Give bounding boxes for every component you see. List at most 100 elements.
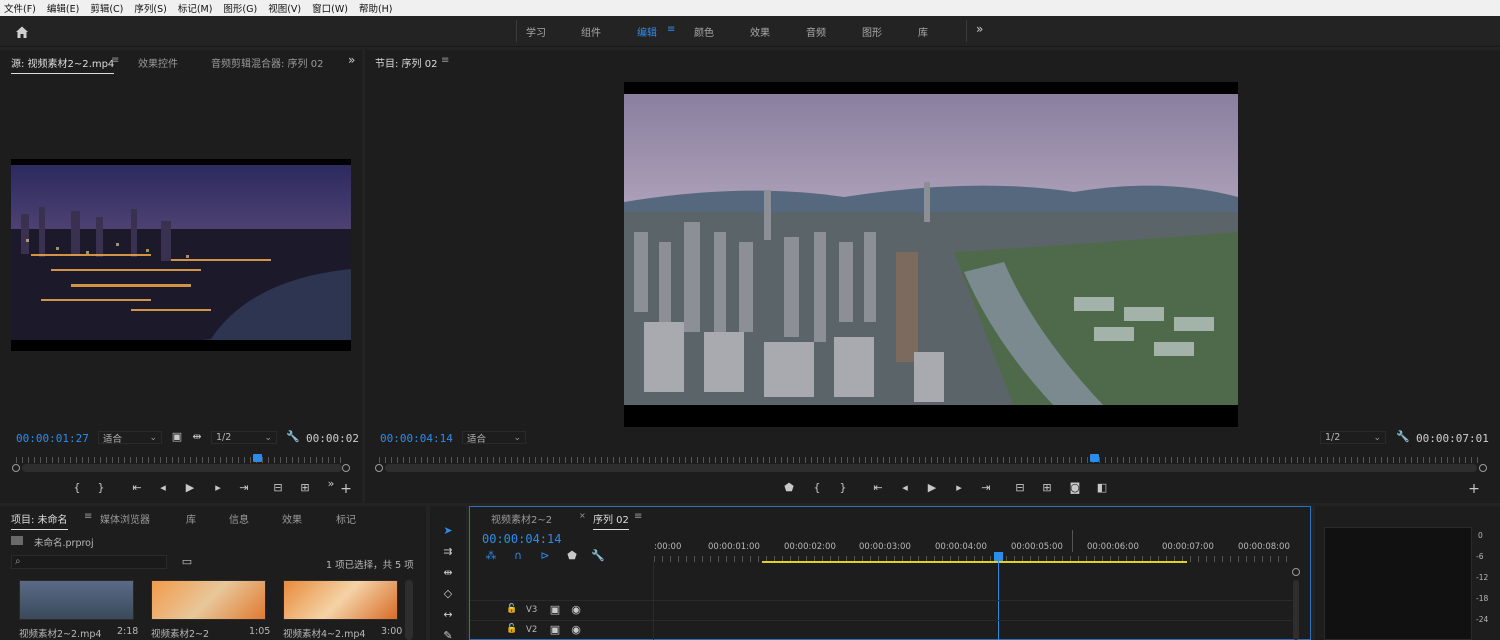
play-icon[interactable]: ▶ (183, 481, 197, 494)
ripple-edit-tool-icon[interactable]: ⇹ (441, 566, 455, 580)
zoom-handle-left[interactable] (375, 464, 383, 472)
go-to-out-icon[interactable]: ⇥ (979, 481, 993, 494)
razor-tool-icon[interactable]: ◇ (441, 587, 455, 601)
tab-source[interactable]: 源: 视频素材2~2.mp4 (11, 55, 115, 74)
panel-menu-icon[interactable]: ≡ (634, 511, 642, 522)
add-button-icon[interactable]: + (1467, 481, 1481, 497)
workspace-menu-icon[interactable]: ≡ (667, 24, 675, 35)
mark-in-icon[interactable]: { (70, 481, 84, 494)
more-buttons-icon[interactable]: » (324, 477, 338, 490)
tab-effect-controls[interactable]: 效果控件 (138, 55, 178, 70)
project-search-input[interactable]: ⌕ (11, 555, 167, 569)
project-item-thumbnail[interactable] (283, 580, 398, 620)
export-frame-icon[interactable]: ◙ (1068, 481, 1082, 494)
more-workspaces-icon[interactable]: » (976, 22, 983, 36)
comparison-view-icon[interactable]: ◧ (1095, 481, 1109, 494)
snap-icon[interactable]: ∩ (511, 549, 525, 562)
eye-icon[interactable]: ◉ (569, 603, 583, 616)
add-marker-icon[interactable]: ⬟ (782, 481, 796, 494)
project-item-name[interactable]: 视频素材2~2.mp4 (19, 626, 101, 640)
tab-libraries[interactable]: 库 (186, 511, 196, 526)
workspace-assembly[interactable]: 组件 (581, 24, 601, 39)
source-resolution-dropdown[interactable]: 1/2 (211, 431, 277, 444)
add-marker-icon[interactable]: ⬟ (565, 549, 579, 562)
insert-overwrite-icon[interactable]: ⇹ (190, 430, 204, 443)
timeline-vertical-scrollbar[interactable] (1293, 580, 1299, 640)
overwrite-icon[interactable]: ⊞ (298, 481, 312, 494)
wrench-icon[interactable]: 🔧 (1396, 430, 1410, 443)
tab-effects[interactable]: 效果 (282, 511, 302, 526)
project-item-name[interactable]: 视频素材2~2 (151, 626, 209, 640)
lock-icon[interactable]: 🔓 (505, 624, 519, 634)
play-icon[interactable]: ▶ (925, 481, 939, 494)
program-zoom-bar[interactable] (385, 464, 1477, 472)
add-button-icon[interactable]: + (339, 481, 353, 497)
source-current-timecode[interactable]: 00:00:01:27 (16, 432, 89, 445)
work-area-bar[interactable] (762, 561, 1187, 563)
tab-info[interactable]: 信息 (229, 511, 249, 526)
tab-markers[interactable]: 标记 (336, 511, 356, 526)
go-to-in-icon[interactable]: ⇤ (871, 481, 885, 494)
step-back-icon[interactable]: ◂ (898, 481, 912, 494)
extract-icon[interactable]: ⊞ (1040, 481, 1054, 494)
source-timeline-ruler[interactable] (16, 457, 346, 463)
program-fit-dropdown[interactable]: 适合 (462, 431, 526, 445)
nest-icon[interactable]: ⁂ (484, 549, 498, 562)
workspace-color[interactable]: 颜色 (694, 24, 714, 39)
source-playhead[interactable] (252, 454, 262, 462)
menu-window[interactable]: 窗口(W) (312, 1, 348, 15)
menu-clip[interactable]: 剪辑(C) (90, 1, 123, 15)
more-panels-icon[interactable]: » (348, 53, 355, 67)
mark-out-icon[interactable]: } (836, 481, 850, 494)
eye-icon[interactable]: ◉ (569, 623, 583, 636)
slip-tool-icon[interactable]: ↔ (441, 608, 455, 622)
workspace-learn[interactable]: 学习 (526, 24, 546, 39)
timeline-scroll-handle[interactable] (1292, 568, 1300, 576)
linked-selection-icon[interactable]: ⊳ (538, 549, 552, 562)
workspace-effects[interactable]: 效果 (750, 24, 770, 39)
sync-lock-icon[interactable]: ▣ (548, 603, 562, 616)
step-back-icon[interactable]: ◂ (156, 481, 170, 494)
workspace-graphics[interactable]: 图形 (862, 24, 882, 39)
step-forward-icon[interactable]: ▸ (952, 481, 966, 494)
pen-tool-icon[interactable]: ✎ (441, 629, 455, 640)
program-resolution-dropdown[interactable]: 1/2 (1320, 431, 1386, 444)
project-scrollbar[interactable] (405, 580, 413, 640)
settings-square-icon[interactable]: ▣ (170, 430, 184, 443)
timeline-current-timecode[interactable]: 00:00:04:14 (482, 532, 561, 546)
wrench-icon[interactable]: 🔧 (286, 430, 300, 443)
wrench-icon[interactable]: 🔧 (591, 549, 605, 562)
zoom-handle-right[interactable] (342, 464, 350, 472)
track-select-tool-icon[interactable]: ⇉ (441, 545, 455, 559)
panel-menu-icon[interactable]: ≡ (111, 55, 119, 66)
menu-view[interactable]: 视图(V) (268, 1, 301, 15)
project-item-thumbnail[interactable] (151, 580, 266, 620)
mark-out-icon[interactable]: } (94, 481, 108, 494)
zoom-handle-right[interactable] (1479, 464, 1487, 472)
program-timeline-ruler[interactable] (379, 457, 1479, 463)
close-tab-icon[interactable]: × (579, 511, 586, 520)
workspace-libraries[interactable]: 库 (918, 24, 928, 39)
step-forward-icon[interactable]: ▸ (211, 481, 225, 494)
tab-sequence-02[interactable]: 序列 02 (593, 511, 629, 530)
mark-in-icon[interactable]: { (810, 481, 824, 494)
go-to-in-icon[interactable]: ⇤ (130, 481, 144, 494)
menu-help[interactable]: 帮助(H) (359, 1, 393, 15)
source-zoom-bar[interactable] (22, 464, 342, 472)
lock-icon[interactable]: 🔓 (505, 604, 519, 614)
program-current-timecode[interactable]: 00:00:04:14 (380, 432, 453, 445)
program-playhead[interactable] (1090, 454, 1099, 462)
tab-sequence-1[interactable]: 视频素材2~2 (491, 511, 552, 526)
tab-project[interactable]: 项目: 未命名 (11, 511, 68, 530)
tab-program[interactable]: 节目: 序列 02 (375, 55, 437, 70)
insert-icon[interactable]: ⊟ (271, 481, 285, 494)
project-item-thumbnail[interactable] (19, 580, 134, 620)
sync-lock-icon[interactable]: ▣ (548, 623, 562, 636)
timeline-playhead-handle[interactable] (994, 552, 1003, 561)
menu-marker[interactable]: 标记(M) (178, 1, 213, 15)
workspace-audio[interactable]: 音频 (806, 24, 826, 39)
new-bin-icon[interactable]: ▭ (180, 555, 194, 568)
project-item-name[interactable]: 视频素材4~2.mp4 (283, 626, 365, 640)
go-to-out-icon[interactable]: ⇥ (237, 481, 251, 494)
lift-icon[interactable]: ⊟ (1013, 481, 1027, 494)
